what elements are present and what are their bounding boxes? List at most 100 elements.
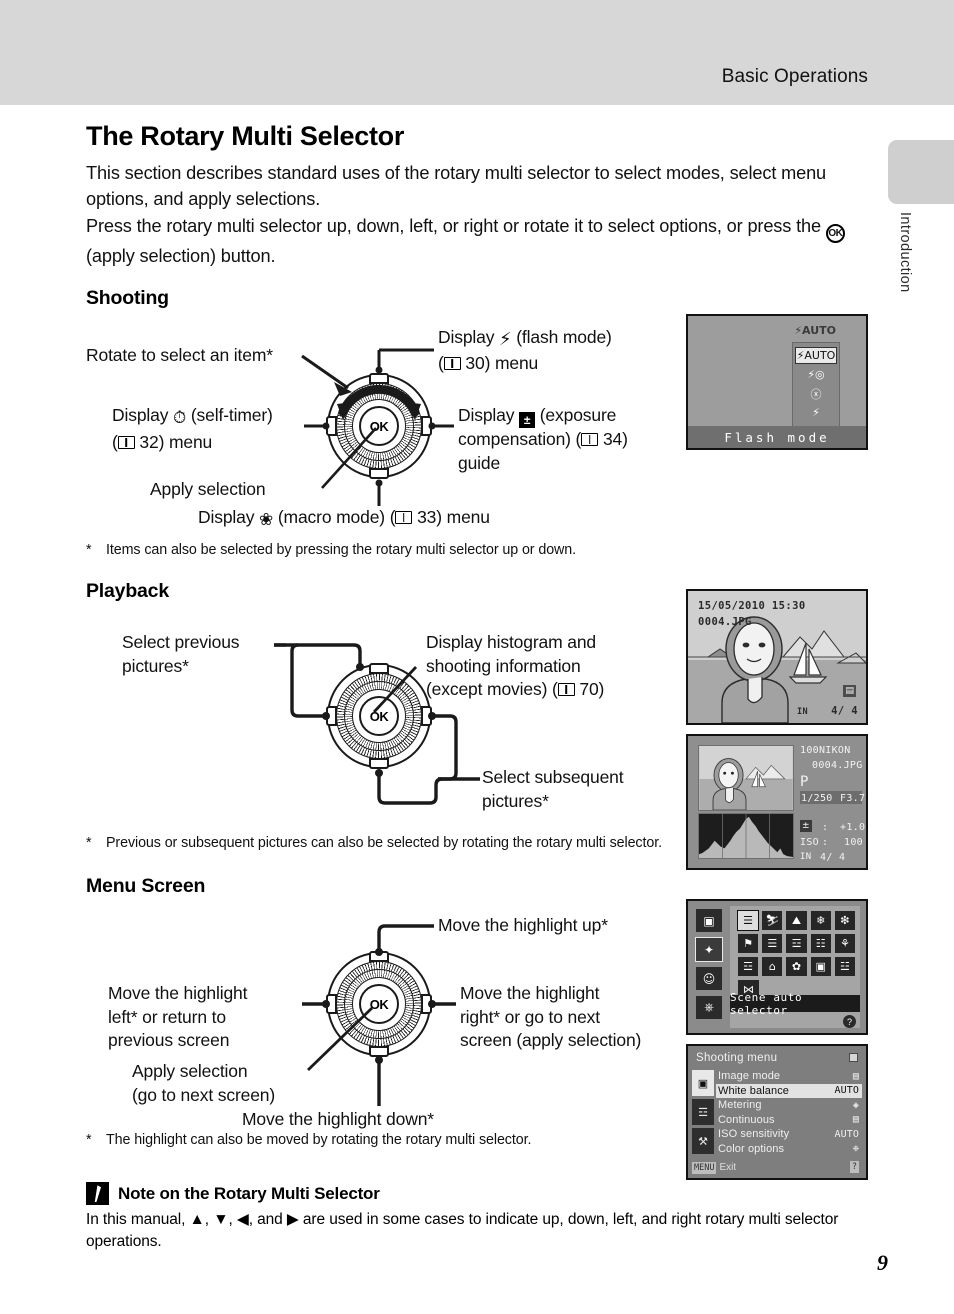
expo-label-line3: guide [458,452,501,473]
note-block: Note on the Rotary Multi Selector In thi… [86,1182,876,1253]
scene-cell-food[interactable]: ☲ [738,957,759,976]
scene-cell-night-landscape[interactable]: ⚘ [834,934,856,953]
expo-label-prefix: Display [458,405,520,426]
photo-info-thumbnail [698,745,794,811]
scene-cell-beach[interactable]: ☰ [762,934,783,953]
selftimer-label-suffix: (self-timer) [186,405,273,426]
playback-footnote-line1: Previous or subsequent pictures can also… [106,835,533,852]
flash-label-prefix: Display [438,327,500,348]
flash-icon: ⚡ [499,329,512,351]
section-heading-menu: Menu Screen [86,875,206,898]
shooting-menu-help-icon[interactable]: ? [849,1161,859,1173]
note-body: In this manual, ▲, ▼, ◀, and ▶ are used … [86,1209,876,1253]
menu-row-iso-sensitivity[interactable]: ISO sensitivity AUTO [716,1127,862,1142]
playback-image-mode-badge: ▤ [843,685,856,697]
scene-cell-sports[interactable]: ⛷ [762,911,783,930]
arrow-right-icon: ▶ [286,1211,299,1229]
photo-info-colon-2: : [822,837,829,848]
scene-cell-dusk-dawn[interactable]: ☷ [810,934,831,953]
menu-row-white-balance[interactable]: White balance AUTO [716,1083,862,1098]
page-header-title: Basic Operations [721,66,868,87]
playback-frame-counter: 4/ 4 [831,705,858,717]
flash-page-ref: 30 [465,352,485,373]
section-heading-shooting: Shooting [86,287,169,310]
menu-row-value: ◈ [852,1099,859,1111]
scene-cell-snow[interactable]: ❇ [834,911,856,930]
select-previous-line1: Select previous [122,632,240,653]
scene-grid-row: ☲ ⌂ ✿ ▣ ☳ [738,957,856,976]
shooting-menu-tabs[interactable]: ▣ ☲ ⚒ [692,1070,714,1154]
menu-row-color-options[interactable]: Color options ❉ [716,1142,862,1157]
scene-cell-auto-selector[interactable]: ☰ [736,910,760,931]
playback-footnote-line2: rotary multi selector. [536,835,662,852]
scene-cell-backlight[interactable]: ☳ [834,957,856,976]
histogram-line3-suffix: ) [598,679,605,700]
scene-tab-subject-tracking[interactable]: ⎈ [696,996,722,1019]
photo-info-exposure-value: +1.0 [840,822,866,833]
apply-label-line1: Apply selection [132,1061,248,1082]
scene-tab-shooting[interactable]: ▣ [696,909,722,932]
flash-option-fill[interactable]: ⚡ [795,404,837,421]
flash-option-auto[interactable]: ⚡AUTO [795,347,837,364]
scene-cell-fireworks[interactable]: ✿ [786,957,807,976]
exposure-compensation-icon: ± [519,412,536,429]
shooting-menu-rows[interactable]: Image mode ▤ White balance AUTO Metering… [716,1069,862,1156]
selftimer-menu-word: menu [168,431,213,452]
menu-row-continuous[interactable]: Continuous ▤ [716,1113,862,1128]
shooting-menu-tab-movie[interactable]: ☲ [692,1099,714,1125]
note-title: Note on the Rotary Multi Selector [118,1183,380,1203]
arrow-left-icon: ◀ [236,1211,249,1229]
menu-row-image-mode[interactable]: Image mode ▤ [716,1069,862,1084]
page-header-band [0,0,954,105]
scene-menu-caption: Scene auto selector [730,991,860,1017]
help-icon[interactable]: ? [843,1015,856,1028]
selftimer-label-prefix: Display [112,405,174,426]
scene-cell-copy[interactable]: ▣ [810,957,831,976]
photo-info-exposure-icon: ± [800,820,812,832]
footnote-star-3: * [86,1132,92,1149]
histogram-page-ref: 70 [579,679,599,700]
self-timer-icon: ⏱ [173,408,187,429]
intro-paragraph-1: This section describes standard uses of … [86,162,827,210]
label-display-histogram: Display histogram and shooting informati… [426,631,716,702]
menu-row-value: ❉ [852,1143,859,1155]
menu-row-label: Image mode [718,1070,781,1083]
scene-cell-sunset[interactable]: ☲ [786,934,807,953]
scene-cell-museum[interactable]: ⌂ [762,957,783,976]
label-exposure-compensation: Display ± (exposure compensation) ( 34) … [458,405,628,473]
menu-key-icon: MENU [692,1161,717,1174]
flash-option-off[interactable]: ⓧ [795,385,837,402]
macro-label-suffix: ) menu [436,507,490,528]
flash-option-redeye[interactable]: ⚡◎ [795,366,837,383]
select-subsequent-line2: pictures* [482,790,549,811]
label-rotate-to-select: Rotate to select an item* [86,345,273,366]
menu-row-label: ISO sensitivity [718,1128,790,1141]
scene-cell-party[interactable]: ⚑ [738,934,759,953]
scene-cell-landscape[interactable]: ⛰ [786,911,807,930]
photo-info-shutter: 1/250 [801,793,833,804]
scene-tab-smart-portrait[interactable]: ☺ [696,967,722,990]
arrow-down-icon: ▼ [213,1211,229,1229]
label-self-timer: Display ⏱ (self-timer) ( 32) menu [112,405,273,452]
screen-photo-info: 100NIKON 0004.JPG P 1/250 F3.7 ± : +1.0 … [686,734,868,870]
scene-grid-row: ☰ ⛷ ⛰ ❄ ❇ [736,910,856,931]
shooting-menu-tab-setup[interactable]: ⚒ [692,1128,714,1154]
shooting-menu-scroll-icon [849,1053,858,1062]
thumbnail-illustration [699,746,793,810]
scene-cell-night-portrait[interactable]: ❄ [810,911,831,930]
scene-menu-tabs[interactable]: ▣ ✦ ☺ ⎈ [693,906,725,1028]
flash-mode-caption: Flash mode [688,426,866,448]
menu-row-metering[interactable]: Metering ◈ [716,1098,862,1113]
scene-tab-scene[interactable]: ✦ [695,937,723,962]
shooting-menu-tab-shooting[interactable]: ▣ [692,1070,714,1096]
note-sep-2: , [228,1211,237,1229]
photo-info-iso-label: ISO [800,837,819,848]
pencil-icon [86,1182,109,1206]
shooting-menu-exit[interactable]: MENU Exit [692,1161,736,1174]
menu-row-value: AUTO [834,1128,859,1140]
shooting-menu-title: Shooting menu [696,1052,778,1064]
right-label-line1: Move the highlight [460,983,600,1004]
note-heading: Note on the Rotary Multi Selector [86,1182,876,1206]
screen-playback-image: 15/05/2010 15:30 0004.JPG ▤ 4/ 4 IN [686,589,868,725]
menu-row-value: AUTO [834,1085,859,1097]
